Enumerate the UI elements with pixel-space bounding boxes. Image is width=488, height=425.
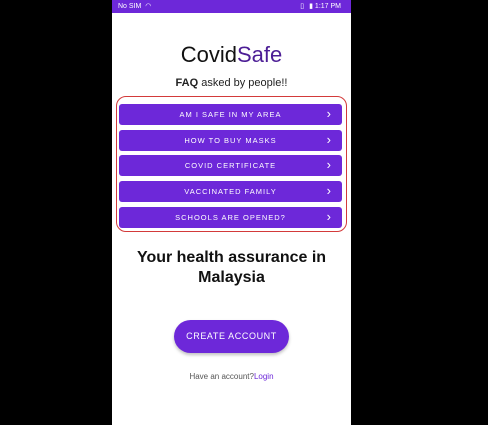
wifi-icon: ◠	[145, 3, 152, 10]
app-title-part1: Covid	[180, 42, 237, 67]
faq-item-label: SCHOOLS ARE OPENED?	[175, 213, 286, 222]
faq-item-covid-certificate[interactable]: COVID CERTIFICATE ›	[119, 155, 342, 176]
faq-item-buy-masks[interactable]: HOW TO BUY MASKS ›	[119, 130, 342, 151]
faq-bold: FAQ	[175, 77, 199, 89]
chevron-right-icon: ›	[326, 183, 332, 198]
app-title: CovidSafe	[112, 42, 351, 68]
chevron-right-icon: ›	[326, 132, 332, 147]
faq-item-label: COVID CERTIFICATE	[184, 161, 277, 170]
battery-icon: ▮	[309, 3, 313, 10]
faq-item-vaccinated-family[interactable]: VACCINATED FAMILY ›	[119, 181, 342, 202]
create-account-button[interactable]: CREATE ACCOUNT	[174, 320, 289, 353]
faq-item-label: AM I SAFE IN MY AREA	[179, 110, 282, 119]
vibrate-icon: ▯	[300, 3, 305, 10]
status-bar: No SIM ◠ ▯ ▮ 1:17 PM	[112, 0, 351, 13]
faq-item-am-i-safe[interactable]: AM I SAFE IN MY AREA ›	[119, 104, 342, 125]
login-link[interactable]: Login	[254, 372, 274, 381]
faq-heading: FAQ asked by people!!	[112, 77, 351, 89]
chevron-right-icon: ›	[326, 106, 332, 121]
app-title-part2: Safe	[236, 42, 283, 67]
faq-item-label: VACCINATED FAMILY	[184, 187, 277, 196]
chevron-right-icon: ›	[326, 157, 332, 172]
faq-item-label: HOW TO BUY MASKS	[184, 136, 277, 145]
clock-text: 1:17 PM	[314, 3, 341, 10]
faq-item-schools-opened[interactable]: SCHOOLS ARE OPENED? ›	[119, 207, 342, 228]
chevron-right-icon: ›	[326, 209, 332, 224]
carrier-text: No SIM	[118, 3, 142, 10]
faq-rest: asked by people!!	[198, 77, 288, 89]
